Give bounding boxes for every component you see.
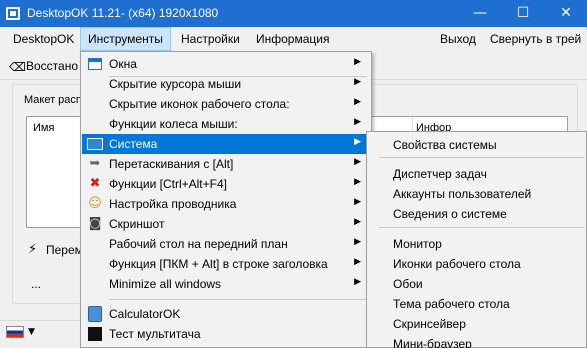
minimize-button[interactable]: — [465, 0, 495, 27]
dropdown-item-wheel[interactable]: Функции колеса мыши: ▶ [82, 114, 370, 134]
group-label: Макет расп [24, 94, 82, 106]
restore-icon: ⌫ [9, 60, 26, 74]
chevron-right-icon: ▶ [354, 57, 361, 67]
separator [379, 227, 585, 228]
more-button[interactable]: ... [31, 277, 41, 291]
system-icon [87, 138, 103, 150]
calculator-icon [88, 306, 102, 322]
menu-info[interactable]: Информация [249, 27, 336, 51]
menu-desktopok[interactable]: DesktopOK [6, 27, 81, 51]
dropdown-item-explorer[interactable]: ☺ Настройка проводника ▶ [82, 194, 370, 214]
chevron-right-icon: ▶ [354, 97, 361, 107]
dropdown-item-desktop-front[interactable]: Рабочий стол на передний план ▶ [82, 234, 370, 254]
dropdown-item-calculator[interactable]: CalculatorOK [82, 304, 370, 324]
separator [109, 299, 367, 300]
chevron-right-icon: ▶ [354, 197, 361, 207]
dropdown-item-label: CalculatorOK [109, 307, 181, 321]
submenu-monitor[interactable]: Монитор [393, 237, 442, 251]
chevron-right-icon: ▶ [354, 257, 361, 267]
dropdown-item-label: Настройка проводника [109, 197, 237, 211]
submenu-user-accounts[interactable]: Аккаунты пользователей [393, 187, 531, 201]
close-button[interactable]: ✕ [551, 0, 581, 27]
submenu-desktop-icons[interactable]: Иконки рабочего стола [393, 257, 521, 271]
maximize-button[interactable]: ☐ [508, 0, 538, 27]
move-button[interactable]: Перем [46, 243, 83, 257]
restore-button[interactable]: Восстано [26, 59, 78, 73]
app-icon [6, 7, 20, 20]
menu-settings[interactable]: Настройки [174, 27, 247, 51]
camera-icon: ◙ [88, 216, 102, 231]
chevron-right-icon: ▶ [354, 277, 361, 287]
system-submenu: Свойства системы Диспетчер задач Аккаунт… [366, 131, 587, 348]
submenu-screensaver[interactable]: Скринсейвер [393, 317, 466, 331]
dropdown-item-label: Minimize all windows [109, 277, 222, 291]
window-title: DesktopOK 11.21- (x64) 1920x1080 [27, 6, 219, 20]
chevron-right-icon: ▶ [354, 177, 361, 187]
dropdown-item-screenshot[interactable]: ◙ Скриншот ▶ [82, 214, 370, 234]
x-icon: ✖ [89, 176, 101, 191]
menu-tools[interactable]: Инструменты [80, 27, 171, 51]
chevron-right-icon: ▶ [354, 217, 361, 227]
dropdown-item-system[interactable]: Система ▶ [82, 134, 370, 154]
menu-minimize-to-tray[interactable]: Свернуть в трей [483, 27, 587, 51]
dropdown-item-label: Тест мультитача [109, 327, 201, 341]
dropdown-item-label: Функции [Ctrl+Alt+F4] [109, 177, 227, 191]
dropdown-item-label: Скрытие иконок рабочего стола: [109, 97, 290, 111]
dropdown-item-alt-drag[interactable]: ➥ Перетаскивания с [Alt] ▶ [82, 154, 370, 174]
chevron-right-icon: ▶ [354, 157, 361, 167]
window-icon [88, 58, 102, 70]
dropdown-item-windows[interactable]: Окна ▶ [82, 54, 370, 74]
chevron-right-icon: ▶ [354, 137, 361, 147]
move-icon: ⚡ [28, 242, 38, 257]
dropdown-item-hide-icons[interactable]: Скрытие иконок рабочего стола: ▶ [82, 94, 370, 114]
terminal-icon [88, 327, 102, 341]
submenu-wallpaper[interactable]: Обои [393, 277, 423, 291]
dropdown-item-label: Функции колеса мыши: [109, 117, 238, 131]
submenu-system-properties[interactable]: Свойства системы [393, 138, 497, 152]
dropdown-item-label: Функция [ПКМ + Alt] в строке заголовка [109, 257, 328, 271]
dropdown-item-label: Окна [109, 57, 137, 71]
submenu-task-manager[interactable]: Диспетчер задач [393, 167, 487, 181]
language-flag-icon[interactable] [6, 326, 24, 338]
dropdown-item-label: Рабочий стол на передний план [109, 237, 288, 251]
chevron-down-icon[interactable]: ▼ [28, 327, 35, 337]
dropdown-item-hide-cursor[interactable]: Скрытие курсора мыши ▶ [82, 74, 370, 94]
mouse-icon: ➥ [89, 156, 101, 171]
separator [379, 157, 585, 158]
explorer-icon: ☺ [88, 196, 102, 211]
dropdown-item-minimize-all[interactable]: Minimize all windows ▶ [82, 274, 370, 294]
dropdown-item-label: Скриншот [109, 217, 165, 231]
chevron-right-icon: ▶ [354, 117, 361, 127]
submenu-system-info[interactable]: Сведения о системе [393, 207, 507, 221]
menu-bar: DesktopOK Инструменты Настройки Информац… [0, 27, 587, 51]
submenu-mini-browser[interactable]: Мини-браузер [393, 337, 472, 348]
dropdown-item-label: Скрытие курсора мыши [109, 77, 242, 91]
menu-exit[interactable]: Выход [433, 27, 483, 51]
dropdown-item-label: Система [109, 137, 158, 151]
dropdown-item-label: Перетаскивания с [Alt] [109, 157, 234, 171]
chevron-right-icon: ▶ [354, 237, 361, 247]
tools-dropdown: Окна ▶ Скрытие курсора мыши ▶ Скрытие ик… [80, 51, 372, 348]
dropdown-item-multitouch[interactable]: Тест мультитача [82, 324, 370, 344]
submenu-desktop-theme[interactable]: Тема рабочего стола [393, 297, 510, 311]
dropdown-item-ctrl-alt-f4[interactable]: ✖ Функции [Ctrl+Alt+F4] ▶ [82, 174, 370, 194]
column-name[interactable]: Имя [33, 122, 54, 134]
dropdown-item-rmb-alt[interactable]: Функция [ПКМ + Alt] в строке заголовка ▶ [82, 254, 370, 274]
title-bar: DesktopOK 11.21- (x64) 1920x1080 — ☐ ✕ [0, 0, 587, 27]
chevron-right-icon: ▶ [354, 77, 361, 87]
